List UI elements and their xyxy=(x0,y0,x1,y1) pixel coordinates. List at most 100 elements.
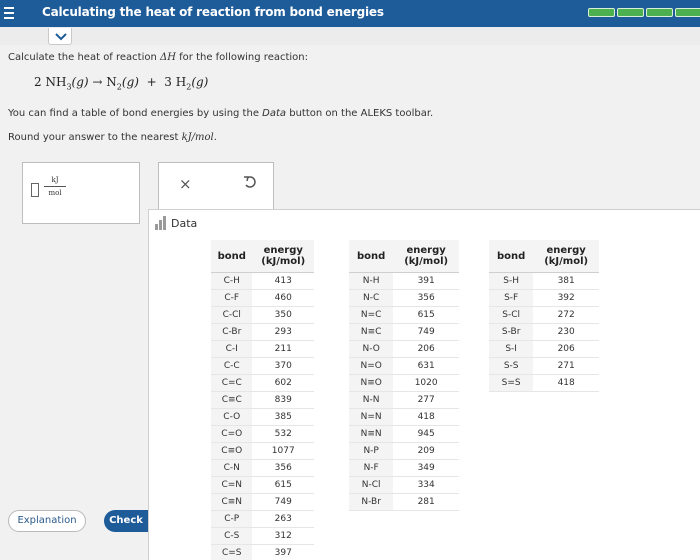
energy-cell: 532 xyxy=(252,425,314,443)
collapse-button[interactable] xyxy=(48,28,72,45)
table-row: C=S 397 xyxy=(211,544,314,560)
table-row: C≡N 749 xyxy=(211,493,314,511)
energy-cell: 349 xyxy=(393,459,459,477)
table-row: C≡O 1077 xyxy=(211,442,314,460)
energy-cell: 602 xyxy=(252,374,314,392)
table-row: N=N 418 xyxy=(349,408,459,426)
bond-cell: C-O xyxy=(211,408,253,426)
bond-energy-table-carbon: bond energy (kJ/mol) C-H 413 C-F 460 C-Cl 350 C… xyxy=(211,240,314,560)
energy-cell: 385 xyxy=(252,408,314,426)
energy-cell: 381 xyxy=(533,272,599,290)
energy-cell: 1077 xyxy=(252,442,314,460)
progress-segment xyxy=(588,8,615,17)
energy-cell: 749 xyxy=(252,493,314,511)
col-energy-header: energy (kJ/mol) xyxy=(393,240,459,273)
bond-cell: C-H xyxy=(211,272,253,290)
bond-cell: C-N xyxy=(211,459,253,477)
energy-cell: 271 xyxy=(533,357,599,375)
progress-indicator xyxy=(588,8,700,18)
energy-cell: 356 xyxy=(252,459,314,477)
energy-cell: 230 xyxy=(533,323,599,341)
energy-cell: 631 xyxy=(393,357,459,375)
energy-cell: 418 xyxy=(393,408,459,426)
table-row: C=O 532 xyxy=(211,425,314,443)
bond-cell: C=C xyxy=(211,374,253,392)
bond-cell: C=O xyxy=(211,425,253,443)
check-button[interactable]: Check xyxy=(104,510,148,532)
table-row: N-C 356 xyxy=(349,289,459,307)
energy-cell: 615 xyxy=(393,306,459,324)
bond-cell: N-Br xyxy=(349,493,394,511)
bond-cell: N-P xyxy=(349,442,394,460)
table-row: C-C 370 xyxy=(211,357,314,375)
bond-cell: C-Br xyxy=(211,323,253,341)
bond-cell: C-C xyxy=(211,357,253,375)
bond-cell: C-I xyxy=(211,340,253,358)
bond-cell: N-C xyxy=(349,289,394,307)
x-icon[interactable]: × xyxy=(179,175,192,193)
energy-cell: 263 xyxy=(252,510,314,528)
energy-cell: 418 xyxy=(533,374,599,392)
energy-cell: 293 xyxy=(252,323,314,341)
table-row: S=S 418 xyxy=(489,374,599,392)
table-row: N-Cl 334 xyxy=(349,476,459,494)
bond-cell: N-N xyxy=(349,391,394,409)
energy-cell: 350 xyxy=(252,306,314,324)
energy-cell: 397 xyxy=(252,544,314,560)
progress-segment xyxy=(617,8,644,17)
table-row: C-Cl 350 xyxy=(211,306,314,324)
bar-chart-icon xyxy=(155,216,167,230)
energy-cell: 211 xyxy=(252,340,314,358)
table-row: C-P 263 xyxy=(211,510,314,528)
energy-cell: 391 xyxy=(393,272,459,290)
bond-cell: C-F xyxy=(211,289,253,307)
table-row: C-S 312 xyxy=(211,527,314,545)
bond-energy-table-nitrogen: bond energy (kJ/mol) N-H 391 N-C 356 N=C 615 N≡… xyxy=(349,240,459,511)
bond-cell: N=C xyxy=(349,306,394,324)
energy-cell: 272 xyxy=(533,306,599,324)
bond-cell: S-H xyxy=(489,272,534,290)
bond-cell: C-S xyxy=(211,527,253,545)
undo-icon[interactable] xyxy=(243,173,259,191)
energy-cell: 413 xyxy=(252,272,314,290)
energy-cell: 277 xyxy=(393,391,459,409)
table-row: S-F 392 xyxy=(489,289,599,307)
data-panel: Data bond energy (kJ/mol) C-H 413 C-F 460 C-C… xyxy=(148,209,700,560)
energy-cell: 392 xyxy=(533,289,599,307)
answer-box: kJ mol xyxy=(22,162,140,224)
bond-cell: N≡N xyxy=(349,425,394,443)
table-row: C-H 413 xyxy=(211,272,314,290)
reaction-equation: 2 NH3(g) → N2(g) + 3 H2(g) xyxy=(34,75,209,92)
energy-cell: 334 xyxy=(393,476,459,494)
bond-cell: C=S xyxy=(211,544,253,560)
table-row: C-F 460 xyxy=(211,289,314,307)
bond-cell: C-Cl xyxy=(211,306,253,324)
table-row: N=C 615 xyxy=(349,306,459,324)
answer-unit: kJ mol xyxy=(44,176,66,197)
answer-input[interactable] xyxy=(31,183,39,197)
table-row: N≡N 945 xyxy=(349,425,459,443)
energy-cell: 281 xyxy=(393,493,459,511)
energy-cell: 460 xyxy=(252,289,314,307)
table-row: C-Br 293 xyxy=(211,323,314,341)
energy-cell: 312 xyxy=(252,527,314,545)
page-title: Calculating the heat of reaction from bo… xyxy=(42,5,384,19)
chevron-down-icon xyxy=(55,33,67,41)
table-row: S-S 271 xyxy=(489,357,599,375)
table-row: N-F 349 xyxy=(349,459,459,477)
table-row: N=O 631 xyxy=(349,357,459,375)
bond-cell: C=N xyxy=(211,476,253,494)
explanation-button[interactable]: Explanation xyxy=(8,510,86,532)
data-panel-header: Data xyxy=(155,216,197,230)
energy-cell: 1020 xyxy=(393,374,459,392)
table-row: N-Br 281 xyxy=(349,493,459,511)
rounding-instruction: Round your answer to the nearest kJ/mol. xyxy=(8,132,217,143)
table-row: S-Cl 272 xyxy=(489,306,599,324)
menu-icon[interactable] xyxy=(4,4,14,22)
question-prompt: Calculate the heat of reaction ΔH for th… xyxy=(8,52,308,63)
energy-cell: 615 xyxy=(252,476,314,494)
energy-cell: 356 xyxy=(393,289,459,307)
bond-cell: N=N xyxy=(349,408,394,426)
bond-cell: S-Cl xyxy=(489,306,534,324)
bond-cell: N≡C xyxy=(349,323,394,341)
